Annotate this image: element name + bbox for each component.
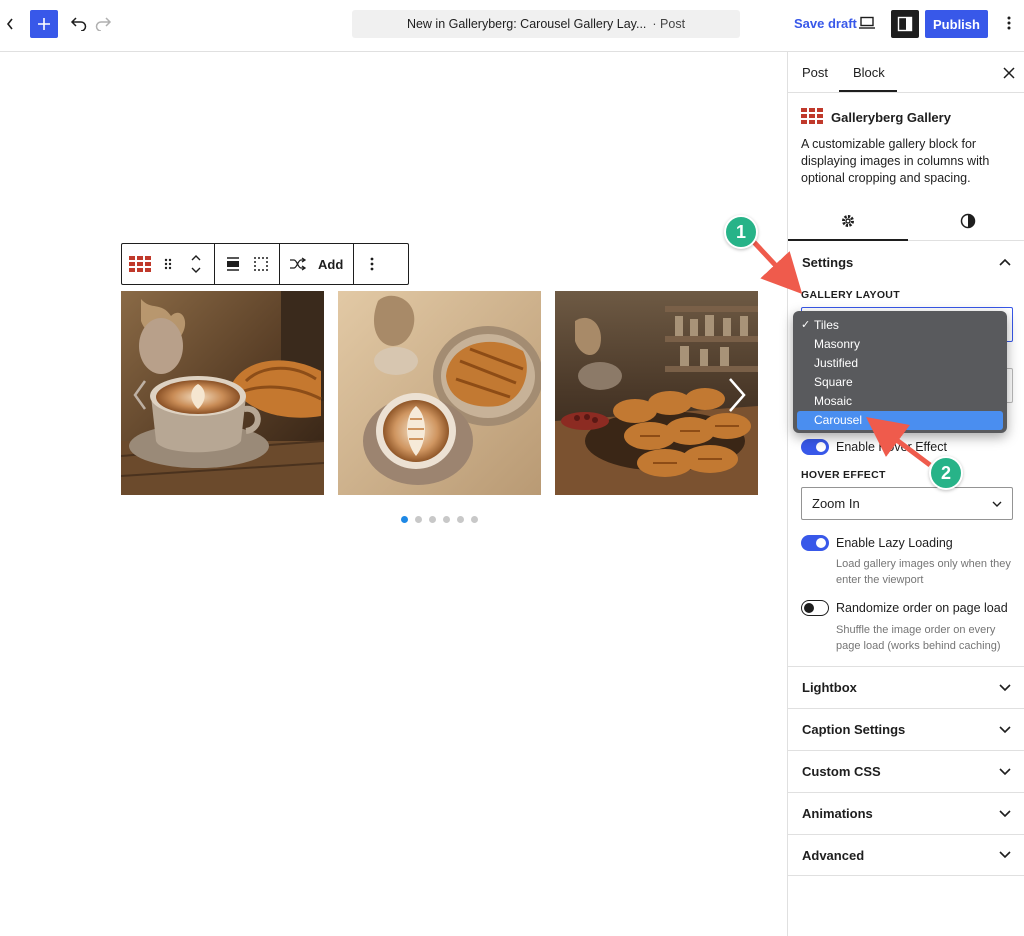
animations-panel-header[interactable]: Animations: [788, 792, 1024, 834]
layout-option-tiles[interactable]: ✓ Tiles: [797, 316, 1003, 335]
carousel-gallery[interactable]: [121, 291, 758, 495]
block-options-icon[interactable]: [360, 249, 384, 279]
chevron-down-icon: [999, 725, 1011, 733]
chevron-down-icon: [999, 809, 1011, 817]
carousel-dot[interactable]: [443, 516, 450, 523]
gallery-layout-dropdown: ✓ Tiles Masonry Justified Square Mosaic C…: [793, 311, 1007, 433]
tab-block[interactable]: Block: [853, 65, 885, 80]
carousel-pagination: [401, 516, 478, 523]
lazy-loading-help: Load gallery images only when they enter…: [836, 558, 1011, 586]
block-toolbar-group-4: [354, 244, 390, 284]
redo-icon[interactable]: [92, 12, 114, 34]
document-title-bar[interactable]: New in Galleryberg: Carousel Gallery Lay…: [352, 10, 740, 38]
panel-title: Advanced: [802, 847, 865, 863]
layout-option-masonry[interactable]: Masonry: [797, 335, 1003, 354]
chevron-down-icon: [999, 683, 1011, 691]
randomize-order-help: Shuffle the image order on every page lo…: [836, 624, 1001, 652]
lazy-loading-label: Enable Lazy Loading: [836, 536, 953, 550]
grid-select-icon[interactable]: [249, 249, 273, 279]
enable-hover-toggle[interactable]: [801, 439, 829, 455]
annotation-badge-1: 1: [724, 215, 758, 249]
hover-effect-select[interactable]: Zoom In: [801, 487, 1013, 520]
randomize-order-label: Randomize order on page load: [836, 601, 1008, 615]
panel-title: Caption Settings: [802, 722, 906, 737]
block-toolbar-group-2: [215, 244, 280, 284]
block-toolbar-group-3: Add: [280, 244, 355, 284]
carousel-next-icon[interactable]: [724, 375, 748, 415]
chevron-down-icon: [999, 851, 1011, 859]
annotation-badge-2: 2: [929, 456, 963, 490]
close-icon[interactable]: [1000, 64, 1018, 82]
layout-option-mosaic[interactable]: Mosaic: [797, 392, 1003, 411]
hover-effect-label: HOVER EFFECT: [801, 469, 886, 481]
checkmark-icon: ✓: [801, 319, 811, 331]
carousel-dot[interactable]: [457, 516, 464, 523]
lightbox-panel-header[interactable]: Lightbox: [788, 666, 1024, 708]
block-toolbar: Add: [121, 243, 409, 285]
carousel-dot[interactable]: [401, 516, 408, 523]
block-description: A customizable gallery block for display…: [801, 137, 990, 185]
back-icon[interactable]: [0, 10, 20, 38]
chevron-down-icon: [992, 501, 1002, 507]
block-name: Galleryberg Gallery: [831, 110, 951, 125]
carousel-prev-icon[interactable]: [131, 375, 151, 415]
document-title: New in Galleryberg: Carousel Gallery Lay…: [406, 17, 647, 31]
document-type: · Post: [652, 17, 686, 31]
tab-post[interactable]: Post: [802, 65, 828, 80]
shuffle-icon[interactable]: [286, 249, 310, 279]
gallery-block-icon: [801, 108, 823, 124]
settings-sidebar: Post Block Galleryberg Gallery A customi…: [787, 52, 1024, 936]
editor-canvas: Add: [0, 52, 787, 936]
gallery-image-1[interactable]: [121, 291, 324, 495]
sidebar-tabs: Post Block: [788, 52, 1024, 93]
undo-icon[interactable]: [68, 12, 90, 34]
block-inserter-button[interactable]: [30, 10, 58, 38]
panel-title: Lightbox: [802, 680, 857, 695]
carousel-dot[interactable]: [471, 516, 478, 523]
move-up-down-icon[interactable]: [184, 249, 208, 279]
drag-handle-icon[interactable]: [156, 249, 180, 279]
settings-sidebar-toggle[interactable]: [891, 10, 919, 38]
carousel-dot[interactable]: [429, 516, 436, 523]
gallery-image-2[interactable]: [338, 291, 541, 495]
settings-panel-title: Settings: [802, 254, 854, 270]
editor-top-bar: New in Galleryberg: Carousel Gallery Lay…: [0, 0, 1024, 52]
layout-option-carousel[interactable]: Carousel: [797, 411, 1003, 430]
active-tab-indicator: [839, 90, 897, 92]
randomize-order-toggle[interactable]: [801, 600, 829, 616]
gallery-layout-label: GALLERY LAYOUT: [801, 289, 900, 301]
publish-button[interactable]: Publish: [925, 10, 988, 38]
layout-option-square[interactable]: Square: [797, 373, 1003, 392]
chevron-up-icon: [999, 258, 1011, 266]
panel-title: Animations: [802, 806, 873, 821]
panel-title: Custom CSS: [802, 764, 881, 779]
block-toolbar-group-1: [122, 244, 215, 284]
lazy-loading-toggle[interactable]: [801, 535, 829, 551]
enable-hover-label: Enable Hover Effect: [836, 440, 947, 454]
settings-panel-header[interactable]: Settings: [788, 241, 1024, 283]
hover-effect-value: Zoom In: [812, 496, 860, 511]
settings-gear-icon[interactable]: [838, 211, 858, 231]
styles-half-circle-icon[interactable]: [958, 211, 978, 231]
preview-device-icon[interactable]: [856, 12, 878, 34]
gallery-block-icon[interactable]: [128, 249, 152, 279]
advanced-panel-header[interactable]: Advanced: [788, 834, 1024, 876]
block-sub-tabs: [788, 203, 1024, 241]
chevron-down-icon: [999, 767, 1011, 775]
save-draft-button[interactable]: Save draft: [794, 16, 857, 31]
add-images-button[interactable]: Add: [314, 249, 347, 279]
custom-css-panel-header[interactable]: Custom CSS: [788, 750, 1024, 792]
more-options-icon[interactable]: [998, 12, 1020, 34]
layout-option-justified[interactable]: Justified: [797, 354, 1003, 373]
carousel-dot[interactable]: [415, 516, 422, 523]
caption-settings-panel-header[interactable]: Caption Settings: [788, 708, 1024, 750]
align-icon[interactable]: [221, 249, 245, 279]
